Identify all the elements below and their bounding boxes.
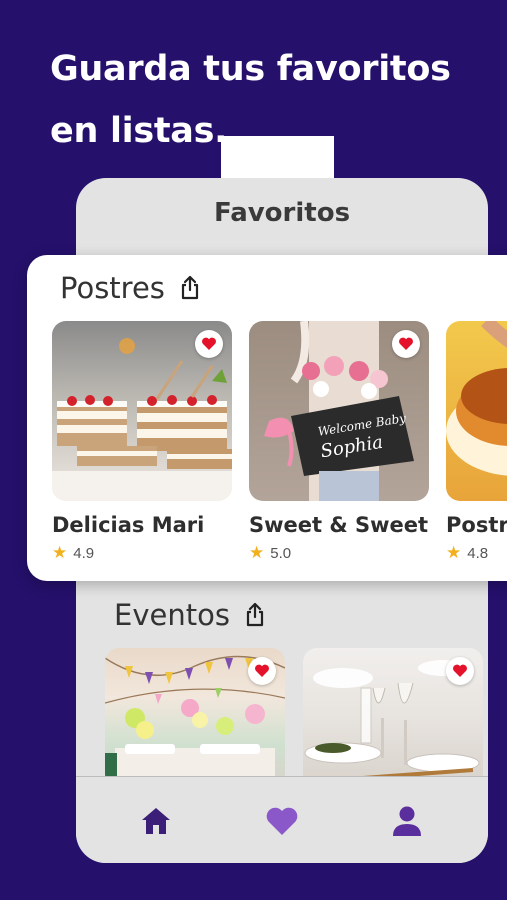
heart-icon [202,337,216,350]
item-photo: Welcome Baby Sophia [249,321,429,501]
nav-favorites[interactable] [262,801,302,841]
heart-icon [453,664,467,677]
flan-image [446,321,507,476]
item-rating: ★ 5.0 [249,543,429,563]
screen-title: Favoritos [213,198,351,228]
item-rating: ★ 4.9 [52,543,232,563]
favorites-list-postres: Postres Delicias Mari ★ 4.9 Welcome Baby… [27,255,507,581]
user-icon [393,806,421,836]
item-name: Sweet & Sweet [249,513,429,537]
event-card[interactable] [303,648,483,788]
list-title: Eventos [114,598,230,632]
share-icon[interactable] [179,275,201,301]
star-icon: ★ [52,543,68,562]
heart-icon [399,337,413,350]
star-icon: ★ [446,543,462,562]
device-notch [221,136,334,181]
bottom-navigation [76,776,488,863]
rating-value: 5.0 [270,544,292,562]
list-item[interactable]: Welcome Baby Sophia Sweet & Sweet ★ 5.0 [249,321,429,563]
favorite-button[interactable] [392,330,420,358]
item-photo [52,321,232,501]
favorite-button[interactable] [195,330,223,358]
list-header-postres: Postres [60,271,201,305]
item-photo [446,321,507,501]
list-item[interactable]: Postr ★ 4.8 [446,321,507,563]
nav-profile[interactable] [387,801,427,841]
heart-icon [255,664,269,677]
rating-value: 4.9 [73,544,95,562]
star-icon: ★ [249,543,265,562]
item-rating: ★ 4.8 [446,543,507,563]
home-icon [142,808,170,834]
item-name: Delicias Mari [52,513,205,537]
share-icon[interactable] [244,602,266,628]
rating-value: 4.8 [467,544,489,562]
heart-icon [266,807,298,835]
nav-home[interactable] [136,801,176,841]
event-card[interactable] [105,648,285,788]
favorite-button[interactable] [446,657,474,685]
list-item[interactable]: Delicias Mari ★ 4.9 [52,321,232,563]
item-name: Postr [446,513,507,537]
list-title: Postres [60,271,165,305]
list-header-eventos: Eventos [114,598,266,632]
favorite-button[interactable] [248,657,276,685]
